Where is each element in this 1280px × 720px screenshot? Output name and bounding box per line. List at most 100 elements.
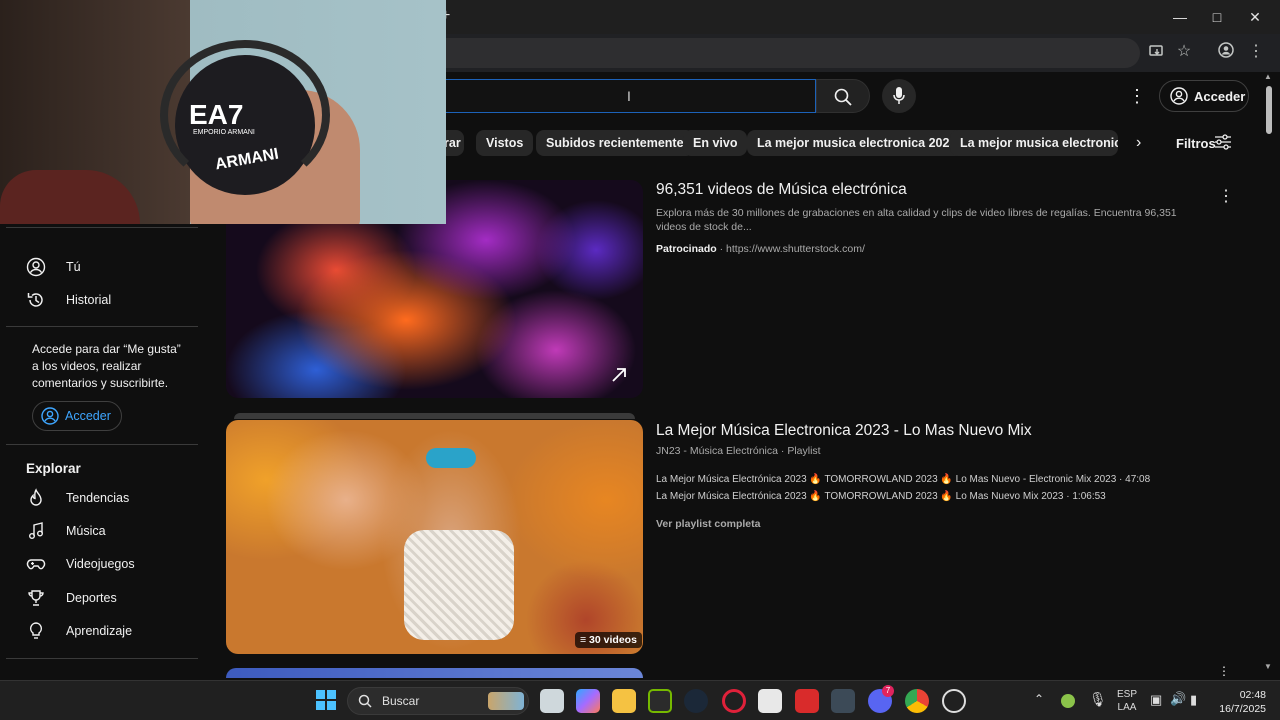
sidebar-item-history[interactable]: Historial <box>26 285 111 315</box>
flame-icon <box>26 488 46 508</box>
sidebar-item-label: Deportes <box>66 591 117 605</box>
filters-icon[interactable] <box>1214 134 1232 150</box>
search-icon <box>358 694 372 708</box>
crochet-top-shape <box>404 530 514 640</box>
wps-office-icon[interactable] <box>795 689 819 713</box>
playlist-video-line-2[interactable]: La Mejor Música Electrónica 2023 🔥 TOMOR… <box>656 491 1106 502</box>
music-note-icon <box>26 521 46 541</box>
copilot-icon[interactable] <box>576 689 600 713</box>
webcam-overlay: EA7 EMPORIO ARMANI ARMANI <box>0 0 446 224</box>
microphone-tray-icon[interactable]: 🎙 <box>1089 691 1107 708</box>
sidebar-item-label: Videojuegos <box>66 557 135 571</box>
profile-icon[interactable] <box>1215 42 1237 62</box>
battery-icon[interactable]: ▮ <box>1190 692 1197 708</box>
sidebar-item-musica[interactable]: Música <box>26 516 106 546</box>
close-icon[interactable]: ✕ <box>1243 7 1267 27</box>
scrollbar-thumb[interactable] <box>1266 86 1272 134</box>
microphone-icon <box>893 87 905 104</box>
sidebar-item-label: Música <box>66 524 106 538</box>
clock[interactable]: 02:48 16/7/2025 <box>1212 688 1266 716</box>
chip-mejor-musica-truncated[interactable]: La mejor musica electronica p <box>950 130 1118 156</box>
sidebar-item-videojuegos[interactable]: Videojuegos <box>26 549 135 579</box>
sidebar-item-tendencias[interactable]: Tendencias <box>26 483 129 513</box>
chip-subidos-recientemente[interactable]: Subidos recientemente <box>536 130 694 156</box>
chip-mejor-musica-2023[interactable]: La mejor musica electronica 2023 <box>747 130 967 156</box>
taskbar-search-label: Buscar <box>382 694 420 708</box>
tray-chevron-up-icon[interactable]: ⌃ <box>1034 692 1044 706</box>
steam-icon[interactable] <box>684 689 708 713</box>
sidebar-item-you[interactable]: Tú <box>26 252 81 282</box>
playlist-count-badge: ≡ 30 videos <box>575 632 642 648</box>
minimize-icon[interactable]: — <box>1168 7 1192 27</box>
voice-search-button[interactable] <box>882 79 916 113</box>
chip-en-vivo[interactable]: En vivo <box>683 130 748 156</box>
sidebar-item-deportes[interactable]: Deportes <box>26 583 117 613</box>
ad-sponsor-line: Patrocinado · https://www.shutterstock.c… <box>656 243 865 255</box>
gamepad-icon <box>26 554 46 574</box>
separator-dot: · <box>777 445 788 457</box>
next-result-more-icon[interactable]: ⋮ <box>1218 664 1230 678</box>
language-code: ESP <box>1117 689 1138 700</box>
sidebar-signin-label: Acceder <box>65 409 111 423</box>
app-cube-icon[interactable] <box>831 689 855 713</box>
lightbulb-icon <box>26 621 46 641</box>
chip-vistos[interactable]: Vistos <box>476 130 534 156</box>
next-result-thumbnail[interactable] <box>226 668 643 678</box>
search-input[interactable]: I <box>430 79 816 113</box>
sidebar-divider <box>6 227 198 228</box>
tray-app-icon[interactable] <box>1061 694 1075 708</box>
history-icon <box>26 290 46 310</box>
install-app-icon[interactable] <box>1146 43 1168 63</box>
scrollbar[interactable]: ▲ ▼ <box>1264 72 1274 678</box>
scroll-up-arrow-icon[interactable]: ▲ <box>1264 72 1272 81</box>
taskbar-search[interactable]: Buscar <box>347 687 529 715</box>
view-full-playlist-link[interactable]: Ver playlist completa <box>656 518 760 530</box>
search-button[interactable] <box>816 79 870 113</box>
sidebar: Tú Historial Accede para dar “Me gusta” … <box>6 225 198 675</box>
search-icon <box>834 88 852 106</box>
opera-icon[interactable] <box>722 689 746 713</box>
windows-start-icon[interactable] <box>316 690 336 710</box>
browser-menu-icon[interactable]: ⋮ <box>1245 42 1267 62</box>
account-icon <box>1170 87 1188 105</box>
sidebar-item-aprendizaje[interactable]: Aprendizaje <box>26 616 132 646</box>
webcam-headphones <box>160 40 330 190</box>
chrome-icon[interactable] <box>905 689 929 713</box>
microsoft-store-icon[interactable] <box>758 689 782 713</box>
discord-icon[interactable]: 7 <box>868 685 894 713</box>
bookmark-star-icon[interactable]: ☆ <box>1173 42 1195 62</box>
channel-name[interactable]: JN23 - Música Electrónica <box>656 445 778 457</box>
ad-url[interactable]: https://www.shutterstock.com/ <box>726 243 865 255</box>
sidebar-signin-button[interactable]: Acceder <box>32 401 122 431</box>
clock-date: 16/7/2025 <box>1219 703 1266 715</box>
maximize-icon[interactable]: □ <box>1205 7 1229 27</box>
playlist-title[interactable]: La Mejor Música Electronica 2023 - Lo Ma… <box>656 422 1032 440</box>
file-explorer-icon[interactable] <box>612 689 636 713</box>
scroll-down-arrow-icon[interactable]: ▼ <box>1264 662 1272 671</box>
settings-more-icon[interactable]: ⋮ <box>1128 86 1146 107</box>
nvidia-icon[interactable] <box>648 689 672 713</box>
playlist-stack-edge <box>234 413 635 419</box>
app-circle-icon[interactable] <box>942 689 966 713</box>
account-icon <box>41 407 59 425</box>
task-view-icon[interactable] <box>540 689 564 713</box>
volume-icon[interactable]: 🔊 <box>1170 691 1186 707</box>
signin-button[interactable]: Acceder <box>1159 80 1249 112</box>
clock-time: 02:48 <box>1239 689 1266 701</box>
filters-button[interactable]: Filtros <box>1176 136 1216 151</box>
result-type: Playlist <box>787 445 821 457</box>
playlist-channel-line: JN23 - Música Electrónica · Playlist <box>656 445 821 457</box>
playlist-video-line-1[interactable]: La Mejor Música Electrónica 2023 🔥 TOMOR… <box>656 474 1150 485</box>
playlist-count-label: 30 videos <box>589 634 637 646</box>
chevron-right-icon[interactable]: › <box>1136 134 1141 152</box>
discord-notification-badge: 7 <box>882 685 894 697</box>
network-icon[interactable]: ▣ <box>1150 692 1162 708</box>
ad-more-icon[interactable]: ⋮ <box>1218 186 1234 206</box>
playlist-thumbnail[interactable] <box>226 420 643 654</box>
playlist-icon: ≡ <box>580 634 590 646</box>
language-indicator[interactable]: ESP LAA <box>1117 688 1137 714</box>
ad-title[interactable]: 96,351 videos de Música electrónica <box>656 181 907 199</box>
external-link-arrow-icon[interactable] <box>610 366 628 384</box>
sidebar-item-label: Tú <box>66 260 81 274</box>
account-icon <box>26 257 46 277</box>
